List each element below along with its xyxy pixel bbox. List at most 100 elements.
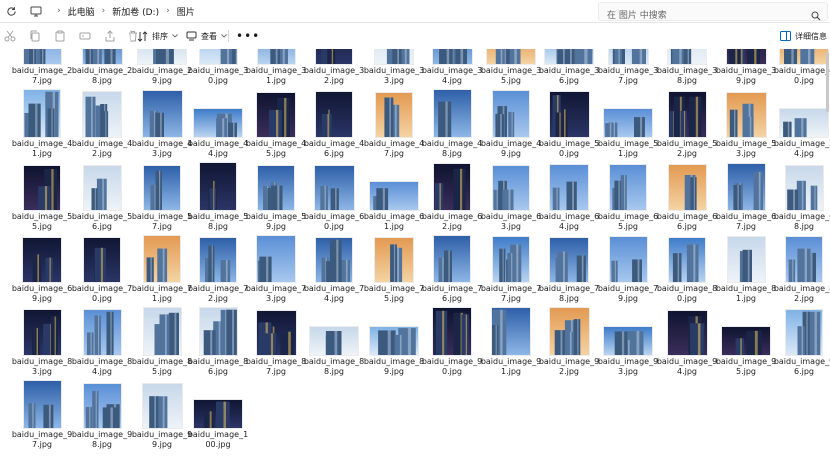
skyscraper-photo — [437, 101, 451, 137]
rename-icon[interactable] — [78, 29, 92, 43]
file-item[interactable]: baidu_image_6 7.jpg — [716, 162, 776, 234]
refresh-icon[interactable] — [3, 3, 19, 19]
file-item[interactable]: baidu_image_8 2.jpg — [774, 234, 830, 306]
file-item[interactable]: baidu_image_5 8.jpg — [188, 162, 248, 234]
cut-icon[interactable] — [3, 29, 17, 43]
breadcrumb-pictures[interactable]: 图片 — [177, 5, 195, 18]
skyscraper-photo — [220, 49, 237, 64]
file-extension-part: 9.jpg — [735, 76, 756, 85]
file-item[interactable]: baidu_image_6 0.jpg — [304, 162, 364, 234]
file-item[interactable]: baidu_image_3 3.jpg — [364, 49, 424, 88]
file-item[interactable]: baidu_image_3 0.jpg — [188, 49, 248, 88]
file-item[interactable]: baidu_image_8 3.jpg — [12, 307, 72, 379]
file-item[interactable]: baidu_image_8 6.jpg — [188, 307, 248, 379]
file-item[interactable]: baidu_image_2 8.jpg — [72, 49, 132, 88]
file-item[interactable]: baidu_image_4 2.jpg — [72, 89, 132, 161]
file-item[interactable]: baidu_image_3 1.jpg — [246, 49, 306, 88]
file-item[interactable]: baidu_image_5 1.jpg — [598, 89, 658, 161]
file-extension-part: 0.jpg — [441, 367, 462, 376]
file-item[interactable]: baidu_image_6 4.jpg — [539, 162, 599, 234]
file-item[interactable]: baidu_image_8 0.jpg — [657, 234, 717, 306]
skyscraper-photo — [154, 312, 179, 355]
file-item[interactable]: baidu_image_7 9.jpg — [598, 234, 658, 306]
file-item[interactable]: baidu_image_4 3.jpg — [132, 89, 192, 161]
file-item[interactable]: baidu_image_8 7.jpg — [246, 307, 306, 379]
file-item[interactable]: baidu_image_7 0.jpg — [72, 234, 132, 306]
file-name: baidu_image_9 7.jpg — [8, 430, 76, 450]
file-item[interactable]: baidu_image_4 1.jpg — [12, 89, 72, 161]
file-item[interactable]: baidu_image_6 3.jpg — [481, 162, 541, 234]
file-item[interactable]: baidu_image_4 7.jpg — [364, 89, 424, 161]
breadcrumb-this-pc[interactable]: 此电脑 — [68, 5, 95, 18]
copy-icon[interactable] — [28, 29, 42, 43]
share-icon[interactable] — [103, 29, 117, 43]
details-pane-button[interactable]: 详细信息 — [780, 28, 827, 44]
file-item[interactable]: baidu_image_6 6.jpg — [657, 162, 717, 234]
file-item[interactable]: baidu_image_4 6.jpg — [304, 89, 364, 161]
file-item[interactable]: baidu_image_9 9.jpg — [132, 380, 192, 452]
file-item[interactable]: baidu_image_9 2.jpg — [539, 307, 599, 379]
paste-icon[interactable] — [53, 29, 67, 43]
file-item[interactable]: baidu_image_3 5.jpg — [481, 49, 541, 88]
file-item[interactable]: baidu_image_5 4.jpg — [774, 89, 830, 161]
file-item[interactable]: baidu_image_4 9.jpg — [480, 89, 542, 161]
search-input[interactable] — [599, 8, 807, 24]
file-item[interactable]: baidu_image_5 9.jpg — [246, 162, 306, 234]
file-item[interactable]: baidu_image_8 1.jpg — [716, 234, 776, 306]
file-item[interactable]: baidu_image_8 4.jpg — [72, 307, 132, 379]
file-item[interactable]: baidu_image_7 7.jpg — [481, 234, 541, 306]
file-item[interactable]: baidu_image_3 8.jpg — [657, 49, 717, 88]
vertical-scrollbar[interactable] — [826, 52, 829, 112]
file-item[interactable]: baidu_image_8 8.jpg — [304, 307, 364, 379]
file-item[interactable]: baidu_image_9 0.jpg — [422, 307, 482, 379]
file-extension-part: 6.jpg — [676, 222, 697, 231]
file-item[interactable]: baidu_image_9 8.jpg — [72, 380, 132, 452]
file-item[interactable]: baidu_image_7 4.jpg — [304, 234, 364, 306]
file-item[interactable]: baidu_image_4 0.jpg — [774, 49, 830, 88]
sort-button[interactable]: 排序 — [137, 28, 182, 44]
file-item[interactable]: baidu_image_6 2.jpg — [422, 162, 482, 234]
file-item[interactable]: baidu_image_4 5.jpg — [246, 89, 306, 161]
file-item[interactable]: baidu_image_3 6.jpg — [539, 49, 599, 88]
file-item[interactable]: baidu_image_3 9.jpg — [716, 49, 776, 88]
file-item[interactable]: baidu_image_5 7.jpg — [132, 162, 192, 234]
file-item[interactable]: baidu_image_5 3.jpg — [716, 89, 776, 161]
file-item[interactable]: baidu_image_7 8.jpg — [539, 234, 599, 306]
file-item[interactable]: baidu_image_9 3.jpg — [598, 307, 658, 379]
file-item[interactable]: baidu_image_9 4.jpg — [657, 307, 717, 379]
file-item[interactable]: baidu_image_6 5.jpg — [598, 162, 658, 234]
file-item[interactable]: baidu_image_7 6.jpg — [422, 234, 482, 306]
file-item[interactable]: baidu_image_8 9.jpg — [364, 307, 424, 379]
file-item[interactable]: baidu_image_3 4.jpg — [422, 49, 482, 88]
file-item[interactable]: baidu_image_5 2.jpg — [657, 89, 717, 161]
file-name-part: baidu_image_4 — [480, 139, 542, 148]
file-item[interactable]: baidu_image_9 6.jpg — [774, 307, 830, 379]
file-item[interactable]: baidu_image_9 7.jpg — [12, 380, 72, 452]
search-box[interactable] — [598, 2, 828, 24]
file-item[interactable]: baidu_image_4 8.jpg — [422, 89, 482, 161]
file-item[interactable]: baidu_image_7 2.jpg — [188, 234, 248, 306]
image-thumbnail — [200, 163, 236, 210]
file-item[interactable]: baidu_image_4 4.jpg — [188, 89, 248, 161]
file-item[interactable]: baidu_image_5 0.jpg — [539, 89, 599, 161]
file-item[interactable]: baidu_image_5 5.jpg — [12, 162, 72, 234]
file-item[interactable]: baidu_image_6 9.jpg — [12, 234, 72, 306]
file-item[interactable]: baidu_image_2 9.jpg — [132, 49, 192, 88]
file-item[interactable]: baidu_image_8 5.jpg — [132, 307, 192, 379]
breadcrumb-drive-d[interactable]: 新加卷 (D:) — [112, 5, 159, 18]
file-item[interactable]: baidu_image_2 7.jpg — [12, 49, 72, 88]
file-item[interactable]: baidu_image_9 5.jpg — [716, 307, 776, 379]
file-item[interactable]: baidu_image_6 1.jpg — [364, 162, 424, 234]
file-item[interactable]: baidu_image_5 6.jpg — [72, 162, 132, 234]
file-item[interactable]: baidu_image_3 7.jpg — [598, 49, 658, 88]
file-item[interactable]: baidu_image_7 1.jpg — [132, 234, 192, 306]
view-button[interactable]: 查看 — [186, 28, 231, 44]
more-options-button[interactable]: ••• — [236, 28, 260, 44]
file-extension-part: 7.jpg — [31, 440, 52, 449]
file-item[interactable]: baidu_image_7 3.jpg — [246, 234, 306, 306]
file-item[interactable]: baidu_image_7 5.jpg — [364, 234, 424, 306]
file-item[interactable]: baidu_image_9 1.jpg — [481, 307, 541, 379]
file-item[interactable]: baidu_image_6 8.jpg — [774, 162, 830, 234]
file-item[interactable]: baidu_image_3 2.jpg — [304, 49, 364, 88]
file-item[interactable]: baidu_image_1 00.jpg — [188, 380, 248, 452]
